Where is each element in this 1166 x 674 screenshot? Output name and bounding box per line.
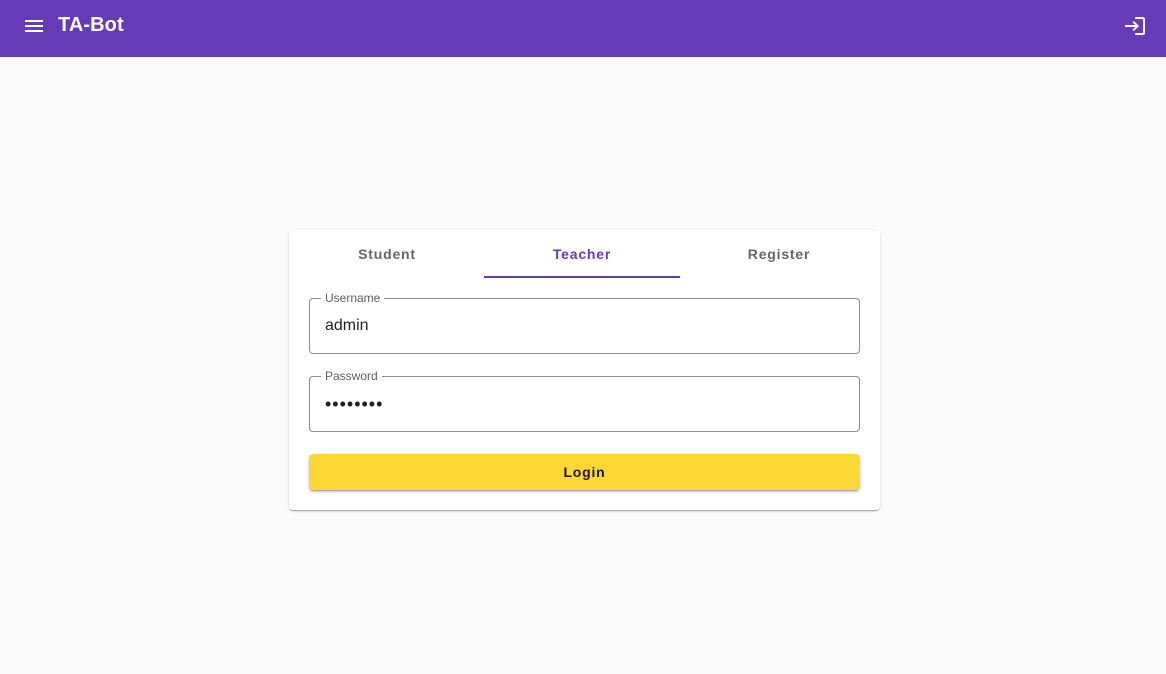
login-tabs: Student Teacher Register (289, 230, 880, 278)
username-field[interactable]: Username (309, 291, 860, 354)
tab-student[interactable]: Student (289, 230, 485, 278)
login-card: Student Teacher Register Username Passwo… (289, 230, 880, 510)
active-tab-indicator (484, 276, 680, 278)
login-icon-button[interactable] (1117, 8, 1153, 44)
tab-teacher[interactable]: Teacher (484, 230, 680, 278)
username-input[interactable] (325, 299, 845, 353)
tab-register[interactable]: Register (681, 230, 877, 278)
app-title: TA-Bot (58, 14, 124, 36)
menu-button[interactable] (16, 8, 52, 44)
login-icon (1125, 17, 1145, 35)
password-field[interactable]: Password (309, 369, 860, 432)
menu-icon (25, 20, 43, 32)
login-button[interactable]: Login (309, 454, 860, 490)
password-input[interactable] (325, 377, 845, 431)
app-bar: TA-Bot (0, 0, 1166, 57)
